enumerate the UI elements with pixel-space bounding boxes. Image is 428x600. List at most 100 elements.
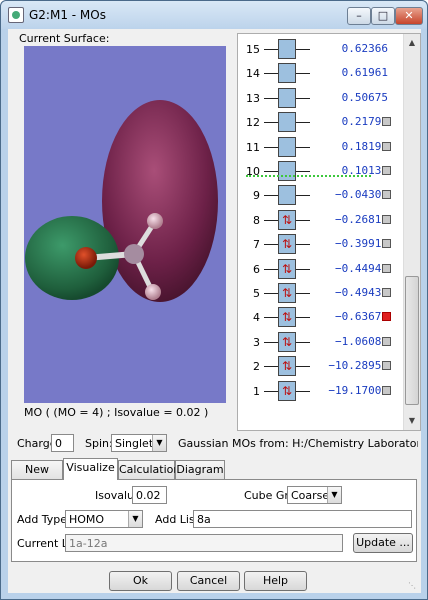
chevron-down-icon: ▼: [152, 435, 166, 451]
add-list-field[interactable]: 8a: [193, 510, 412, 528]
update-button[interactable]: Update ...: [353, 533, 413, 553]
mo-energy: −0.26816: [335, 212, 388, 226]
mo-row[interactable]: 8 ⇅ −0.26816: [238, 209, 403, 232]
mo-row[interactable]: 1 ⇅ −19.17003: [238, 380, 403, 403]
cube-grid-select[interactable]: Coarse ▼: [287, 486, 342, 504]
title-bar[interactable]: G2:M1 - MOs – □ ✕: [1, 1, 427, 29]
mo-row[interactable]: 9 −0.04309: [238, 185, 403, 207]
add-type-label: Add Type:: [17, 513, 71, 526]
scroll-up-icon[interactable]: ▲: [404, 34, 420, 51]
spin-value: Singlet: [115, 437, 154, 450]
mo-energy: −19.17003: [328, 383, 388, 397]
mo-surface-checkbox[interactable]: [382, 117, 391, 127]
mo-row[interactable]: 5 ⇅ −0.49430: [238, 283, 403, 305]
mo-level-box[interactable]: ⇅: [278, 307, 296, 328]
hydrogen-atom: [145, 284, 161, 300]
isovalue-field[interactable]: 0.02: [132, 486, 167, 504]
mo-level-line: [264, 73, 278, 75]
mo-level-box[interactable]: [278, 87, 296, 108]
mo-level-box[interactable]: ⇅: [278, 209, 296, 230]
mo-row[interactable]: 11 0.18193: [238, 136, 403, 159]
mo-level-box[interactable]: [278, 39, 296, 59]
spin-label: Spin:: [85, 437, 113, 450]
mo-energy: 0.21797: [341, 115, 388, 129]
mo-level-line: [296, 293, 310, 294]
mo-row[interactable]: 6 ⇅ −0.44941: [238, 258, 403, 281]
electron-pair-icon: ⇅: [281, 334, 293, 349]
mo-surface-checkbox[interactable]: [382, 336, 391, 346]
mo-level-box[interactable]: ⇅: [278, 283, 296, 303]
mo-level-line: [296, 268, 310, 270]
mo-surface-checkbox[interactable]: [382, 385, 391, 395]
mo-level-box[interactable]: ⇅: [278, 356, 296, 377]
close-icon[interactable]: ✕: [395, 7, 423, 25]
mo-surface-checkbox[interactable]: [382, 214, 391, 224]
mo-surface-checkbox[interactable]: [382, 361, 391, 371]
electron-pair-icon: ⇅: [281, 359, 293, 374]
tab-diagram[interactable]: Diagram: [175, 460, 225, 479]
tab-visualize[interactable]: Visualize: [63, 458, 118, 480]
mo-number: 8: [253, 213, 260, 227]
mo-level-box[interactable]: [278, 136, 296, 157]
mo-level-box[interactable]: [278, 161, 296, 181]
tab-calculation[interactable]: Calculation: [118, 460, 180, 479]
mo-number: 12: [246, 116, 260, 130]
hydrogen-atom: [147, 213, 163, 229]
mo-row[interactable]: 14 0.61961: [238, 63, 403, 85]
mo-row[interactable]: 4 ⇅ −0.63678: [238, 307, 403, 329]
mo-surface-checkbox[interactable]: [382, 288, 391, 297]
mo-level-line: [296, 317, 310, 319]
help-button[interactable]: Help: [244, 571, 307, 591]
mo-number: 15: [246, 43, 260, 56]
mo-list-scrollbar[interactable]: ▲ ▼: [403, 34, 420, 430]
mo-level-box[interactable]: ⇅: [278, 380, 296, 401]
mo-energy: −10.28952: [328, 359, 388, 373]
mo-row[interactable]: 15 0.62366: [238, 39, 403, 61]
mo-level-box[interactable]: [278, 185, 296, 206]
mo-level-line: [264, 146, 278, 148]
add-type-select[interactable]: HOMO ▼: [65, 510, 143, 528]
mo-energy-list[interactable]: 15 0.62366 14 0.61961 13 0.50675 12 0.21797 11 0.…: [237, 33, 421, 431]
mo-level-line: [296, 244, 310, 246]
ok-button[interactable]: Ok: [109, 571, 172, 591]
tab-new-mos[interactable]: New MOs: [11, 460, 63, 493]
mo-energy: 0.61961: [341, 66, 388, 80]
electron-pair-icon: ⇅: [281, 261, 293, 276]
resize-grip-icon[interactable]: ⋱: [408, 581, 416, 590]
mo-surface-checkbox[interactable]: [382, 263, 391, 273]
surface-viewport[interactable]: [24, 46, 226, 403]
mo-row[interactable]: 7 ⇅ −0.39919: [238, 234, 403, 256]
cancel-button[interactable]: Cancel: [177, 571, 240, 591]
mo-number: 1: [253, 384, 260, 398]
mo-row[interactable]: 10 0.10133: [238, 161, 403, 183]
minimize-icon[interactable]: –: [347, 7, 371, 25]
surface-caption: MO ( (MO = 4) ; Isovalue = 0.02 ): [24, 406, 209, 419]
mo-surface-checkbox[interactable]: [382, 190, 391, 200]
dialog-client-area: Current Surface: MO ((MO = 4) ; Isovalu…: [8, 29, 421, 593]
mo-level-box[interactable]: [278, 63, 296, 84]
mo-level-line: [296, 49, 310, 50]
mo-row[interactable]: 13 0.50675: [238, 87, 403, 110]
orbital-render: [25, 100, 218, 302]
carbon-atom: [124, 244, 144, 264]
mo-surface-checkbox[interactable]: [382, 166, 391, 175]
mo-level-line: [296, 219, 310, 221]
mo-level-box[interactable]: ⇅: [278, 258, 296, 279]
mo-surface-checkbox[interactable]: [382, 239, 391, 249]
scroll-down-icon[interactable]: ▼: [404, 412, 420, 429]
mo-row[interactable]: 12 0.21797: [238, 112, 403, 134]
mo-level-line: [264, 244, 278, 246]
mo-level-box[interactable]: ⇅: [278, 331, 296, 352]
mo-number: 9: [253, 189, 260, 203]
mo-row[interactable]: 3 ⇅ −1.06085: [238, 331, 403, 354]
mo-level-box[interactable]: ⇅: [278, 234, 296, 255]
mo-surface-checkbox[interactable]: [382, 141, 391, 151]
mo-level-box[interactable]: [278, 112, 296, 133]
maximize-icon[interactable]: □: [371, 7, 395, 25]
scrollbar-thumb[interactable]: [405, 276, 419, 405]
spin-select[interactable]: Singlet ▼: [111, 434, 167, 452]
mo-energy: −0.04309: [335, 188, 388, 202]
mo-surface-checkbox[interactable]: [382, 312, 391, 322]
mo-row[interactable]: 2 ⇅ −10.28952: [238, 356, 403, 378]
charge-field[interactable]: 0: [51, 434, 74, 452]
